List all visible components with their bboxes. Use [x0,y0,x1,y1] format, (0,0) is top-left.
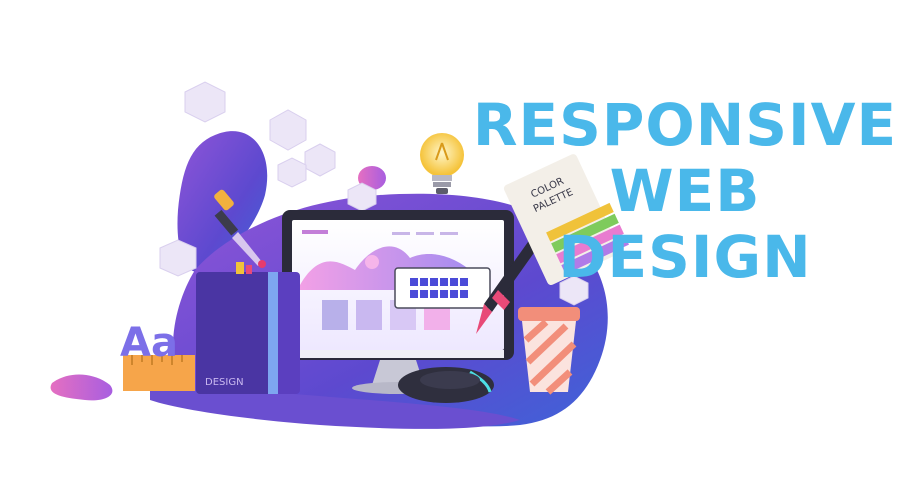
notebook-label: DESIGN [205,377,244,388]
letters-aa-icon: Aa [120,320,178,366]
lightbulb-icon [420,133,464,194]
headline-line-2: WEB [609,157,761,225]
notebook: DESIGN [196,262,300,394]
headline-line-3: DESIGN [558,223,812,291]
headline: RESPONSIVE WEB DESIGN [470,92,900,290]
headline-line-1: RESPONSIVE [472,91,898,159]
mouse-icon [398,367,494,403]
